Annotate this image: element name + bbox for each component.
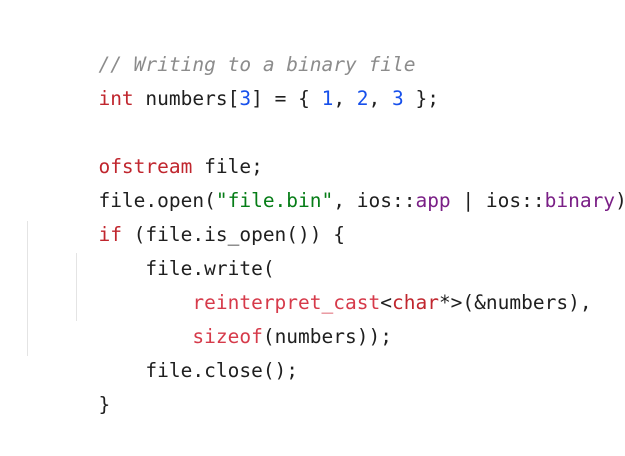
code-line: // Writing to a binary file	[28, 14, 625, 76]
code-token: , ios::	[333, 189, 416, 212]
code-line: ofstream file;	[28, 116, 625, 178]
code-token: };	[403, 87, 440, 110]
number-token: 1	[321, 87, 334, 110]
code-token: ] = {	[251, 87, 322, 110]
code-token: | ios::	[450, 189, 545, 212]
code-token: );	[615, 189, 625, 212]
code-token: file.open(	[98, 189, 216, 212]
code-editor[interactable]: // Writing to a binary file int numbers[…	[0, 0, 625, 416]
code-block: // Writing to a binary file int numbers[…	[28, 14, 625, 416]
code-token: (numbers));	[262, 325, 392, 348]
function-token: reinterpret_cast	[192, 291, 381, 314]
member-token: app	[415, 189, 451, 212]
code-token: file.write(	[98, 257, 275, 280]
keyword-token: int	[98, 87, 134, 110]
comment-token: // Writing to a binary file	[98, 53, 416, 76]
code-token: file.close();	[98, 359, 299, 382]
number-token: 2	[356, 87, 369, 110]
number-token: 3	[239, 87, 252, 110]
keyword-token: if	[98, 223, 122, 246]
function-token: sizeof	[192, 325, 263, 348]
code-token: <	[380, 291, 392, 314]
number-token: 3	[392, 87, 404, 110]
code-token: numbers[	[133, 87, 240, 110]
keyword-token: ofstream	[98, 155, 193, 178]
code-token: (file.is_open()) {	[121, 223, 345, 246]
member-token: binary	[544, 189, 616, 212]
code-token: ,	[368, 87, 393, 110]
code-token: ,	[333, 87, 357, 110]
keyword-token: char	[391, 291, 439, 314]
code-token: file;	[192, 155, 263, 178]
string-token: "file.bin"	[215, 189, 334, 212]
code-token: *>(&numbers),	[438, 291, 592, 314]
